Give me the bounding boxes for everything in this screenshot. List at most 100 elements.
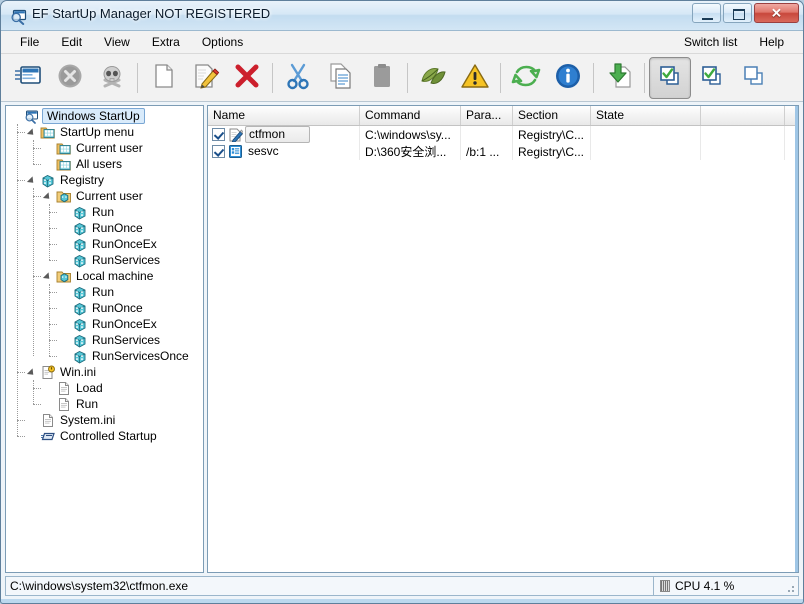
toolbar-window-properties-button[interactable] — [7, 57, 49, 99]
tree-item-label: RunOnce — [89, 301, 143, 315]
toolbar-kill-button[interactable] — [91, 57, 133, 99]
tree-expander-spacer — [44, 396, 55, 412]
row-name-label: sesvc — [245, 144, 283, 159]
toolbar-separator — [644, 63, 645, 93]
tree-item-label: Run — [73, 397, 98, 411]
check-all-icon — [656, 62, 684, 93]
toolbar-copy-button[interactable] — [319, 57, 361, 99]
tree-guide-line — [17, 180, 25, 181]
toolbar-paste-button[interactable] — [361, 57, 403, 99]
toolbar-edit-button[interactable] — [184, 57, 226, 99]
pen-document-icon — [228, 127, 243, 142]
window-title: EF StartUp Manager NOT REGISTERED — [32, 6, 270, 21]
tree-panel[interactable]: Windows StartUpStartUp menuCurrent userA… — [5, 105, 204, 573]
cut-icon — [283, 61, 313, 94]
delete-icon — [232, 61, 262, 94]
cell-name: ctfmon — [208, 126, 360, 143]
row-checkbox[interactable] — [212, 145, 225, 158]
list-panel[interactable]: NameCommandPara...SectionState ctfmonC:\… — [207, 105, 799, 573]
tree-item-windows-startup[interactable]: Windows StartUp — [6, 108, 203, 124]
toolbar-info-button[interactable] — [547, 57, 589, 99]
tree-item-win-ini[interactable]: Win.ini — [6, 364, 203, 380]
tree-expander-icon[interactable] — [28, 172, 39, 188]
tree-item-run[interactable]: Run — [6, 284, 203, 300]
document-icon — [39, 412, 57, 428]
tree-item-startup-menu[interactable]: StartUp menu — [6, 124, 203, 140]
tree-item-runonceex[interactable]: RunOnceEx — [6, 316, 203, 332]
tree-item-label: Controlled Startup — [57, 429, 157, 443]
tree-item-label: RunServices — [89, 253, 160, 267]
registry-icon — [71, 252, 89, 268]
close-button[interactable]: ✕ — [754, 3, 799, 23]
table-row[interactable]: ctfmonC:\windows\sy...Registry\C... — [208, 126, 798, 143]
tree-item-run[interactable]: Run — [6, 204, 203, 220]
toolbar-disable-button[interactable] — [49, 57, 91, 99]
tree-item-label: Registry — [57, 173, 104, 187]
tree-item-label: Windows StartUp — [42, 108, 145, 124]
list-vertical-scrollbar[interactable] — [795, 106, 798, 572]
tree-item-runonce[interactable]: RunOnce — [6, 300, 203, 316]
toolbar-refresh-button[interactable] — [505, 57, 547, 99]
status-bar: C:\windows\system32\ctfmon.exe CPU 4.1 % — [1, 575, 803, 599]
tree-guide-line — [33, 140, 34, 164]
tree-expander-spacer — [44, 156, 55, 172]
cell-command: D:\360安全浏... — [360, 143, 461, 160]
startup-folder-icon — [39, 124, 57, 140]
menu-item-edit[interactable]: Edit — [50, 32, 93, 52]
toolbar-cut-button[interactable] — [277, 57, 319, 99]
toolbar-uncheck-all-button[interactable] — [733, 57, 775, 99]
row-checkbox[interactable] — [212, 128, 225, 141]
list-header: NameCommandPara...SectionState — [208, 106, 798, 126]
startup-folder-icon — [55, 156, 73, 172]
column-header-section[interactable]: Section — [513, 106, 591, 125]
tree-expander-icon[interactable] — [28, 124, 39, 140]
cell-name: sesvc — [208, 143, 360, 160]
toolbar-new-button[interactable] — [142, 57, 184, 99]
column-header-para[interactable]: Para... — [461, 106, 513, 125]
tree-item-controlled-startup[interactable]: Controlled Startup — [6, 428, 203, 444]
tree-item-runservices[interactable]: RunServices — [6, 252, 203, 268]
column-header-state[interactable]: State — [591, 106, 701, 125]
toolbar-save-to-file-button[interactable] — [598, 57, 640, 99]
menu-item-options[interactable]: Options — [191, 32, 254, 52]
tree-expander-icon[interactable] — [44, 268, 55, 284]
tree-item-label: StartUp menu — [57, 125, 134, 139]
info-icon — [553, 61, 583, 94]
tree-guide-line — [49, 228, 57, 229]
tree-item-label: Win.ini — [57, 365, 96, 379]
cell-parameters: /b:1 ... — [461, 143, 513, 160]
tree-item-runonce[interactable]: RunOnce — [6, 220, 203, 236]
column-header-name[interactable]: Name — [208, 106, 360, 125]
menu-item-extra[interactable]: Extra — [141, 32, 191, 52]
tree-item-system-ini[interactable]: System.ini — [6, 412, 203, 428]
blue-list-document-icon — [228, 144, 243, 159]
tree-item-registry[interactable]: Registry — [6, 172, 203, 188]
toolbar-leaf-button[interactable] — [412, 57, 454, 99]
table-row[interactable]: sesvcD:\360安全浏.../b:1 ...Registry\C... — [208, 143, 798, 160]
toolbar-check-all-button[interactable] — [649, 57, 691, 99]
app-magnifier-window-icon — [10, 7, 28, 25]
toolbar-delete-button[interactable] — [226, 57, 268, 99]
toolbar-warning-button[interactable] — [454, 57, 496, 99]
tree-item-runonceex[interactable]: RunOnceEx — [6, 236, 203, 252]
tree-expander-spacer — [60, 220, 71, 236]
edit-document-icon — [190, 61, 220, 94]
minimize-button[interactable] — [692, 3, 721, 23]
toolbar-check-selected-button[interactable] — [691, 57, 733, 99]
column-header-command[interactable]: Command — [360, 106, 461, 125]
tree-expander-icon[interactable] — [28, 364, 39, 380]
tree-item-runservicesonce[interactable]: RunServicesOnce — [6, 348, 203, 364]
menu-item-help[interactable]: Help — [748, 32, 795, 52]
tree-item-runservices[interactable]: RunServices — [6, 332, 203, 348]
menu-left-group: File Edit View Extra Options — [1, 32, 254, 52]
menu-bar: File Edit View Extra Options Switch list… — [1, 31, 803, 54]
tree-expander-icon[interactable] — [44, 188, 55, 204]
column-header-blank[interactable] — [701, 106, 785, 125]
menu-item-view[interactable]: View — [93, 32, 141, 52]
tree-guide-line — [17, 124, 18, 436]
menu-item-file[interactable]: File — [9, 32, 50, 52]
tree-expander-spacer — [60, 316, 71, 332]
maximize-button[interactable] — [723, 3, 752, 23]
menu-item-switch-list[interactable]: Switch list — [673, 32, 748, 52]
resize-grip[interactable] — [784, 582, 796, 594]
